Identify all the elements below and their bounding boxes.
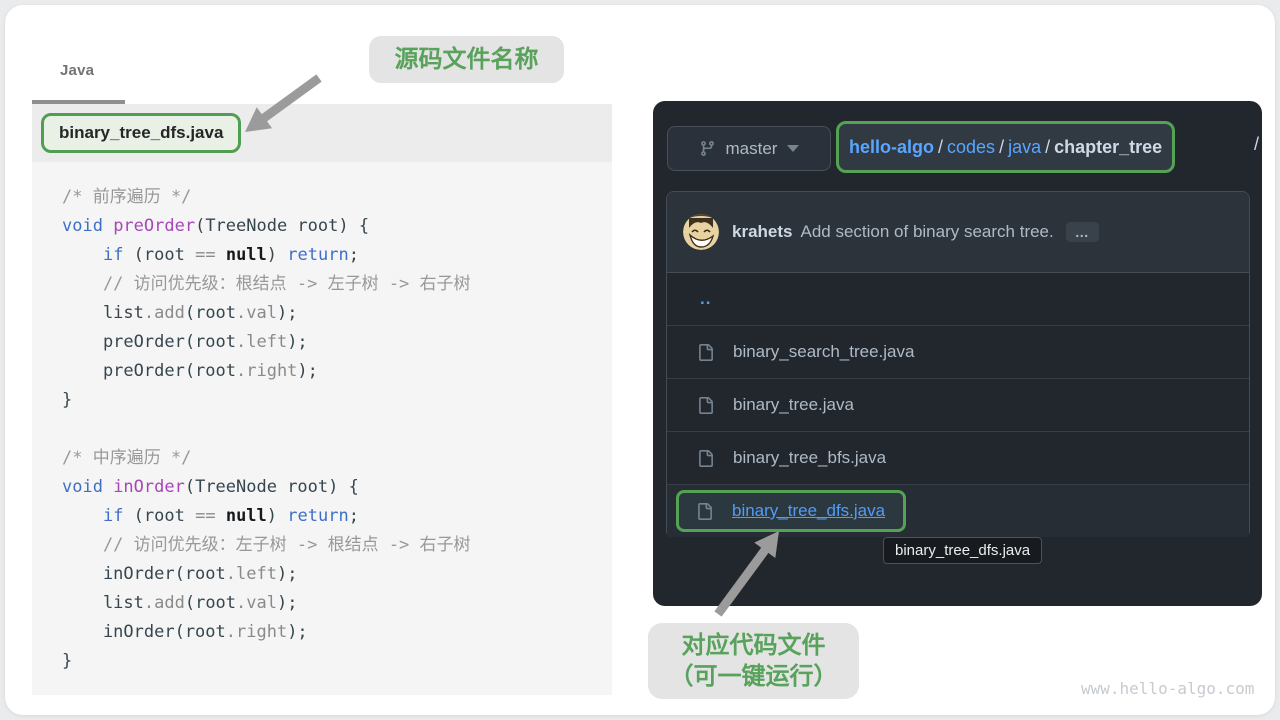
code-content: /* 前序遍历 */void preOrder(TreeNode root) {…	[32, 162, 612, 695]
latest-commit-bar: krahets Add section of binary search tre…	[667, 192, 1249, 273]
watermark: www.hello-algo.com	[1081, 679, 1254, 698]
file-link[interactable]: binary_tree_bfs.java	[733, 448, 886, 468]
code-line: }	[62, 647, 612, 676]
breadcrumb-separator: /	[934, 137, 947, 158]
file-link[interactable]: binary_search_tree.java	[733, 342, 914, 362]
breadcrumb-item-hello-algo[interactable]: hello-algo	[849, 137, 934, 158]
commit-message-link[interactable]: Add section of binary search tree.	[800, 222, 1053, 242]
code-line: inOrder(root.right);	[62, 618, 612, 647]
code-line	[62, 415, 612, 444]
breadcrumb-item-java[interactable]: java	[1008, 137, 1041, 158]
annotation-code-file-label: 对应代码文件 （可一键运行）	[648, 623, 859, 699]
file-list: .. binary_search_tree.java binary_tree.jav…	[667, 273, 1249, 537]
breadcrumb-item-codes[interactable]: codes	[947, 137, 995, 158]
git-branch-icon	[699, 140, 716, 157]
figure-card: Java binary_tree_dfs.java /* 前序遍历 */void…	[5, 5, 1275, 715]
file-icon	[697, 448, 714, 469]
breadcrumb-separator: /	[1041, 137, 1054, 158]
breadcrumb-separator: /	[995, 137, 1008, 158]
file-row[interactable]: ..	[667, 273, 1249, 325]
source-filename: binary_tree_dfs.java	[59, 123, 223, 143]
commit-author-link[interactable]: krahets	[732, 222, 792, 242]
breadcrumb-item-chapter_tree: chapter_tree	[1054, 137, 1162, 158]
figure: Java binary_tree_dfs.java /* 前序遍历 */void…	[0, 0, 1280, 720]
code-line: // 访问优先级：左子树 -> 根结点 -> 右子树	[62, 531, 612, 560]
code-line: preOrder(root.left);	[62, 328, 612, 357]
code-line: list.add(root.val);	[62, 589, 612, 618]
parent-directory-link[interactable]: ..	[697, 289, 711, 309]
file-icon	[697, 342, 714, 363]
file-row[interactable]: binary_tree_dfs.java	[667, 484, 1249, 537]
code-line: /* 前序遍历 */	[62, 183, 612, 212]
annotation-text: 对应代码文件	[682, 630, 826, 661]
file-row[interactable]: binary_tree.java	[667, 378, 1249, 431]
avatar[interactable]	[683, 214, 719, 250]
chevron-down-icon	[787, 145, 799, 152]
filename-highlight-ring: binary_tree_dfs.java	[41, 113, 241, 153]
file-row[interactable]: binary_search_tree.java	[667, 325, 1249, 378]
commit-more-button[interactable]: …	[1066, 222, 1099, 242]
code-line: void preOrder(TreeNode root) {	[62, 212, 612, 241]
branch-name: master	[726, 139, 778, 159]
branch-selector-button[interactable]: master	[667, 126, 831, 171]
code-line: void inOrder(TreeNode root) {	[62, 473, 612, 502]
file-highlight-ring: binary_tree_dfs.java	[676, 490, 906, 532]
file-link[interactable]: binary_tree.java	[733, 395, 854, 415]
file-icon	[697, 395, 714, 416]
code-line: inOrder(root.left);	[62, 560, 612, 589]
breadcrumb-highlight-ring: hello-algo/codes/java/chapter_tree	[836, 121, 1175, 173]
code-line: list.add(root.val);	[62, 299, 612, 328]
tab-java[interactable]: Java	[60, 62, 94, 79]
code-line: preOrder(root.right);	[62, 357, 612, 386]
code-line: /* 中序遍历 */	[62, 444, 612, 473]
file-icon	[696, 501, 713, 522]
filename-tooltip: binary_tree_dfs.java	[883, 537, 1042, 564]
file-link[interactable]: binary_tree_dfs.java	[732, 501, 885, 521]
code-line: if (root == null) return;	[62, 241, 612, 270]
code-line: // 访问优先级：根结点 -> 左子树 -> 右子树	[62, 270, 612, 299]
file-row[interactable]: binary_tree_bfs.java	[667, 431, 1249, 484]
code-filename-bar: binary_tree_dfs.java	[32, 104, 612, 162]
github-panel: master hello-algo/codes/java/chapter_tre…	[653, 101, 1262, 606]
annotation-source-file-label: 源码文件名称	[369, 36, 564, 83]
file-browser-box: krahets Add section of binary search tre…	[666, 191, 1250, 534]
code-line: if (root == null) return;	[62, 502, 612, 531]
breadcrumb-trailing-slash: /	[1254, 134, 1259, 155]
annotation-text: （可一键运行）	[670, 661, 838, 692]
annotation-text: 源码文件名称	[395, 44, 539, 75]
code-line: }	[62, 386, 612, 415]
